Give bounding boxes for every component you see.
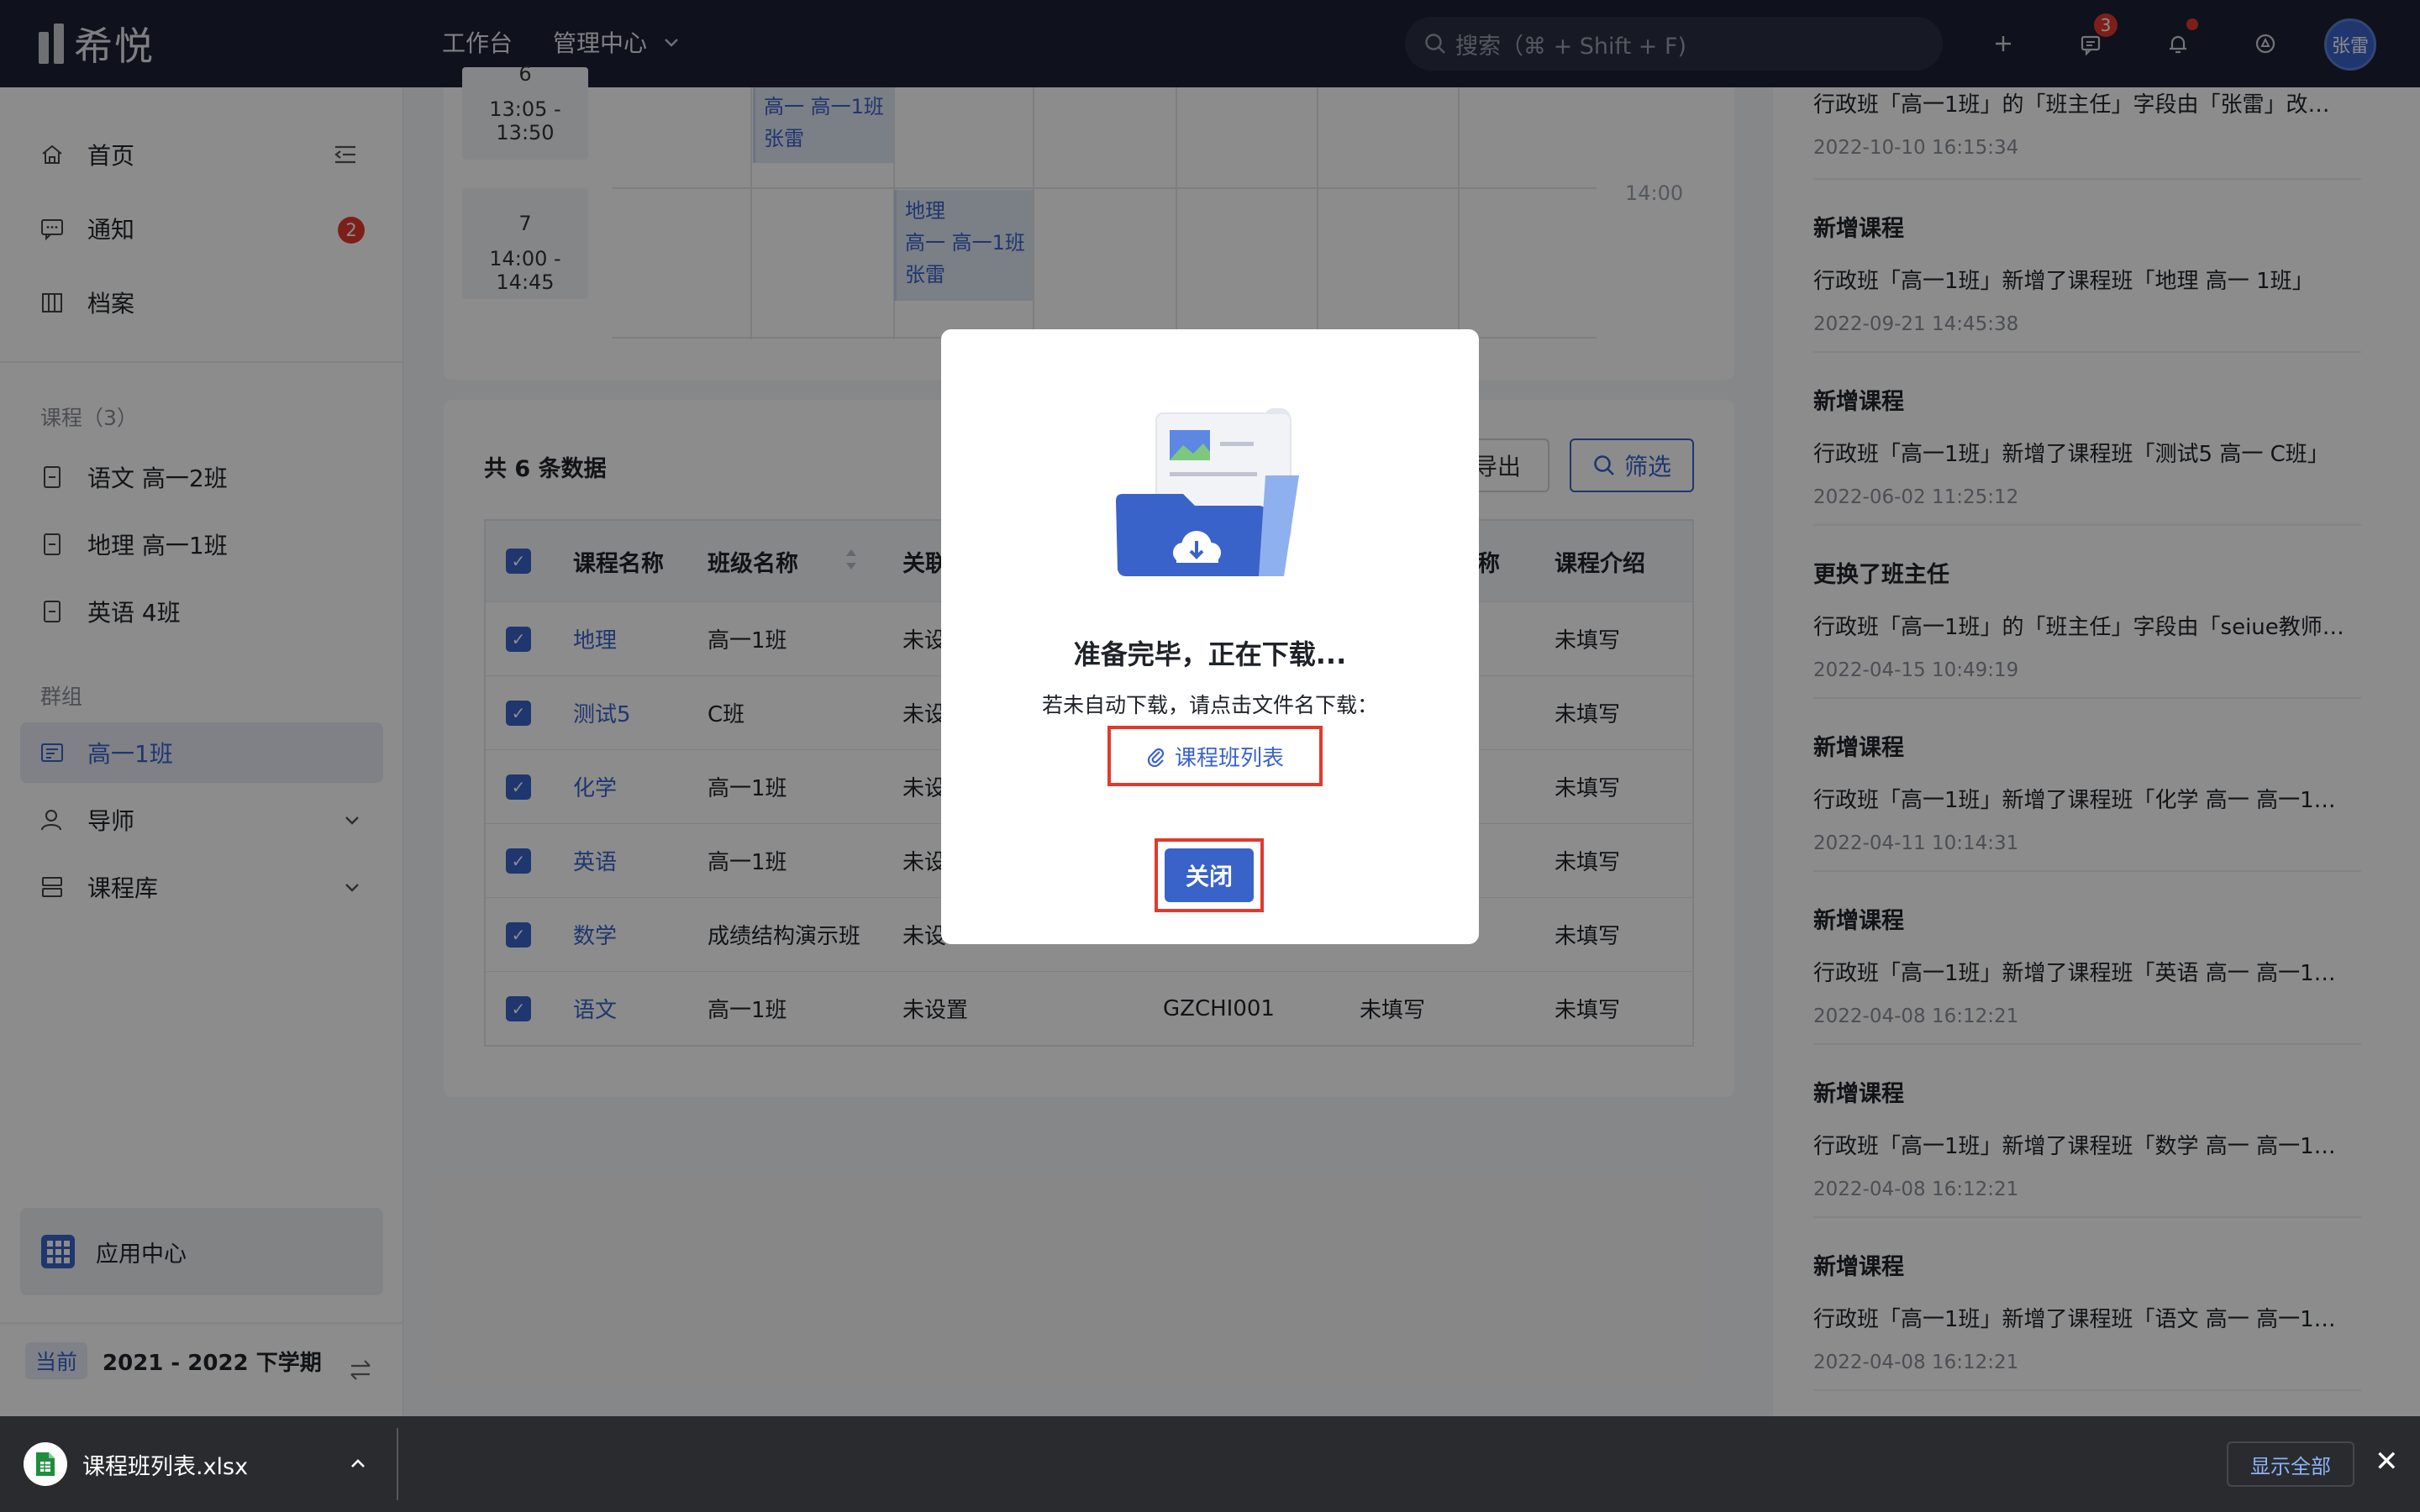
folder-download-icon	[1116, 408, 1299, 576]
download-file-link[interactable]: 课程班列表	[1107, 726, 1323, 786]
show-all-button[interactable]: 显示全部	[2227, 1441, 2354, 1487]
close-button[interactable]: 关闭	[1165, 848, 1254, 902]
modal-desc: 若未自动下载，请点击文件名下载：	[1041, 693, 1378, 717]
file-link-label: 课程班列表	[1174, 745, 1284, 771]
close-button-highlight: 关闭	[1155, 838, 1264, 912]
download-bar: 课程班列表.xlsx 显示全部 ✕	[0, 1416, 2420, 1512]
download-bar-separator	[397, 1428, 398, 1500]
spreadsheet-file-icon	[24, 1442, 67, 1486]
download-file-name: 课程班列表.xlsx	[82, 1453, 249, 1480]
download-item[interactable]: 课程班列表.xlsx	[24, 1438, 248, 1490]
modal-title: 准备完毕，正在下载...	[1073, 638, 1347, 670]
download-modal: 准备完毕，正在下载... 若未自动下载，请点击文件名下载： 课程班列表 关闭	[941, 329, 1479, 944]
chevron-up-icon[interactable]	[348, 1453, 368, 1473]
paperclip-icon	[1147, 748, 1165, 767]
close-icon[interactable]: ✕	[2375, 1445, 2399, 1478]
